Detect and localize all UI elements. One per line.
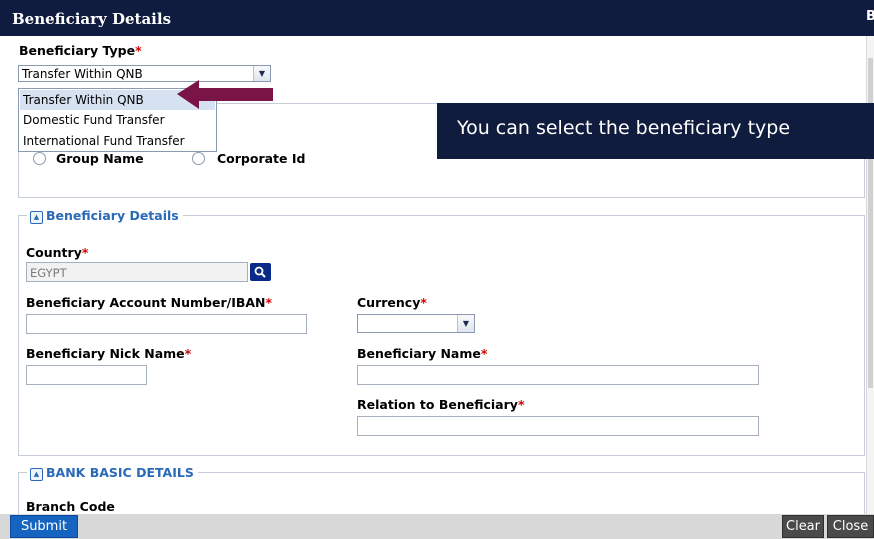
group-name-label: Group Name	[56, 151, 144, 166]
bank-basic-details-legend-text: BANK BASIC DETAILS	[46, 465, 194, 480]
beneficiary-type-value: Transfer Within QNB	[22, 67, 143, 81]
country-value: EGYPT	[30, 266, 67, 280]
nick-name-input[interactable]	[26, 365, 147, 385]
currency-label: Currency*	[357, 295, 427, 310]
beneficiary-name-label: Beneficiary Name*	[357, 346, 488, 361]
account-number-input[interactable]	[26, 314, 307, 334]
close-button[interactable]: Close	[827, 515, 874, 538]
dropdown-option-domestic-fund-transfer[interactable]: Domestic Fund Transfer	[20, 110, 215, 130]
beneficiary-details-legend-text: Beneficiary Details	[46, 208, 179, 223]
corporate-id-radio[interactable]	[192, 152, 205, 165]
left-arrow-icon	[177, 80, 273, 109]
hint-tooltip: You can select the beneficiary type	[437, 103, 874, 159]
titlebar-corner-icon[interactable]: B	[866, 9, 874, 25]
branch-code-label: Branch Code	[26, 499, 115, 514]
relation-label: Relation to Beneficiary*	[357, 397, 525, 412]
country-label: Country*	[26, 245, 89, 260]
country-field[interactable]: EGYPT	[26, 262, 248, 282]
collapse-up-icon[interactable]: ▲	[30, 468, 43, 481]
nick-name-label: Beneficiary Nick Name*	[26, 346, 192, 361]
group-name-radio[interactable]	[33, 152, 46, 165]
dialog-title: Beneficiary Details	[12, 10, 172, 28]
beneficiary-type-label: Beneficiary Type*	[19, 43, 142, 58]
search-icon	[254, 266, 266, 278]
dialog-titlebar: Beneficiary Details B	[0, 0, 874, 36]
beneficiary-type-label-text: Beneficiary Type	[19, 43, 136, 58]
required-mark: *	[135, 43, 142, 58]
country-search-button[interactable]	[250, 263, 271, 281]
clear-button[interactable]: Clear	[782, 515, 824, 538]
relation-input[interactable]	[357, 416, 759, 436]
beneficiary-details-legend[interactable]: ▲ Beneficiary Details	[27, 208, 183, 224]
dropdown-option-international-fund-transfer[interactable]: International Fund Transfer	[20, 131, 215, 151]
account-number-label: Beneficiary Account Number/IBAN*	[26, 295, 273, 310]
hint-tooltip-text: You can select the beneficiary type	[457, 117, 791, 139]
dialog-footer: Submit Clear Close	[0, 514, 874, 539]
collapse-up-icon[interactable]: ▲	[30, 211, 43, 224]
currency-select[interactable]: ▼	[357, 314, 475, 333]
chevron-down-icon[interactable]: ▼	[457, 315, 474, 332]
chevron-down-icon[interactable]: ▼	[253, 66, 270, 81]
bank-basic-details-legend[interactable]: ▲ BANK BASIC DETAILS	[27, 465, 198, 481]
submit-button[interactable]: Submit	[10, 515, 78, 538]
beneficiary-name-input[interactable]	[357, 365, 759, 385]
corporate-id-label: Corporate Id	[217, 151, 306, 166]
